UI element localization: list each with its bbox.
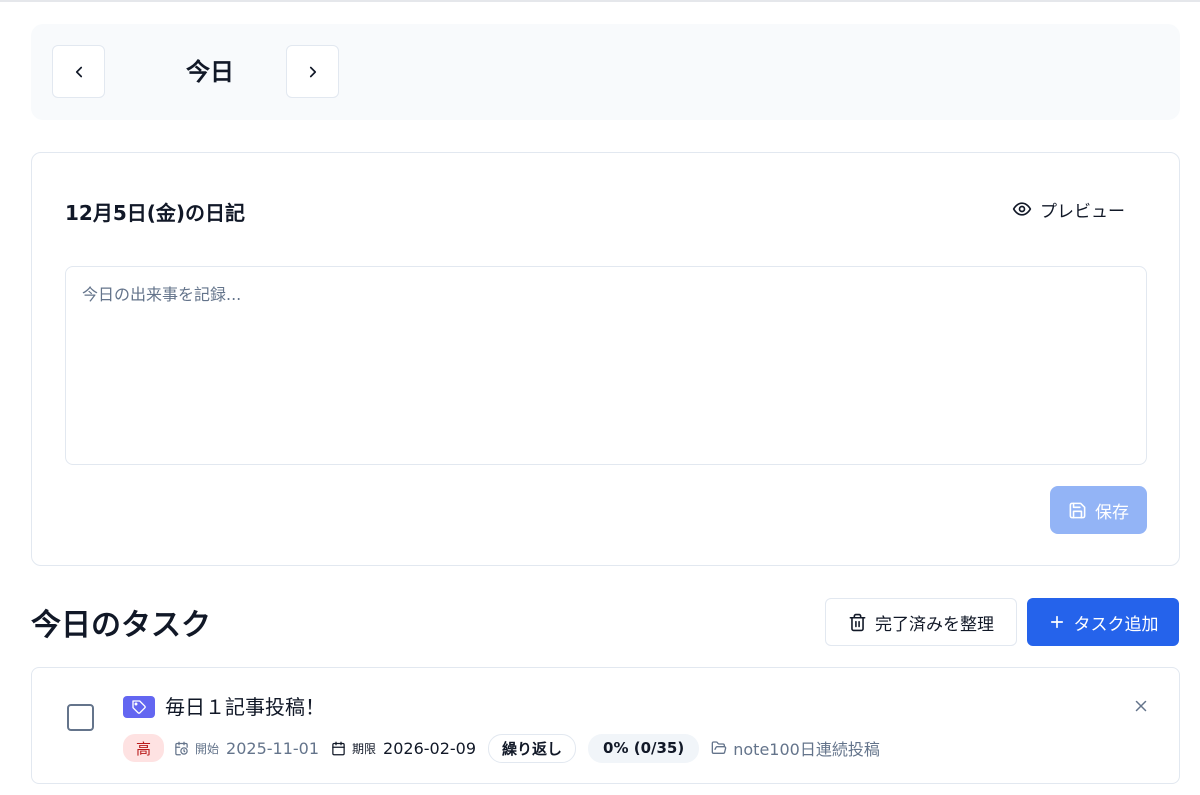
task-title[interactable]: 毎日１記事投稿！ [165, 694, 325, 720]
cleanup-label: 完了済みを整理 [875, 614, 994, 635]
tasks-section-title: 今日のタスク [31, 608, 211, 643]
eye-icon [1012, 202, 1032, 216]
add-task-label: タスク追加 [1073, 614, 1159, 635]
priority-badge: 高 [123, 734, 165, 762]
chevron-right-icon [309, 66, 316, 77]
diary-card: 12月5日(金)の日記 プレビュー 保存 [31, 152, 1180, 566]
project-name: note100日連続投稿 [733, 740, 880, 759]
start-date-value: 2025-11-01 [226, 738, 320, 758]
save-icon [1069, 502, 1086, 518]
plus-icon [1050, 615, 1063, 629]
delete-task-button[interactable] [1129, 694, 1153, 718]
chevron-left-icon [75, 66, 82, 77]
start-label: 開始 [195, 741, 220, 756]
next-day-button[interactable] [286, 45, 339, 98]
folder-icon [711, 741, 727, 754]
project-link[interactable]: note100日連続投稿 [711, 736, 880, 760]
due-date: 期限 2026-02-09 [331, 739, 476, 758]
day-navigation: 今日 [31, 24, 1180, 120]
task-meta: 高 開始 2025-11-01 期限 2026-02-09 繰り返し 0% (0… [123, 733, 880, 763]
diary-textarea[interactable] [65, 266, 1147, 465]
cleanup-completed-button[interactable]: 完了済みを整理 [825, 598, 1017, 646]
due-date-value: 2026-02-09 [383, 738, 477, 758]
task-item: 毎日１記事投稿！ 高 開始 2025-11-01 期限 2026-02-09 繰… [31, 667, 1180, 784]
start-date: 開始 2025-11-01 [174, 739, 319, 758]
tag-icon [123, 696, 155, 718]
prev-day-button[interactable] [52, 45, 105, 98]
calendar-icon [332, 741, 345, 755]
task-checkbox[interactable] [67, 704, 94, 731]
repeat-badge: 繰り返し [488, 733, 577, 763]
calendar-clock-icon [175, 741, 188, 755]
save-label: 保存 [1095, 502, 1129, 523]
progress-badge: 0% (0/35) [588, 733, 700, 763]
day-title: 今日 [186, 58, 234, 86]
preview-button[interactable]: プレビュー [1000, 191, 1137, 227]
due-label: 期限 [352, 741, 377, 756]
save-button[interactable]: 保存 [1050, 486, 1147, 534]
trash-icon [849, 613, 866, 631]
diary-title: 12月5日(金)の日記 [65, 201, 246, 225]
close-icon [1135, 700, 1147, 712]
top-divider [0, 0, 1200, 2]
preview-label: プレビュー [1040, 201, 1125, 222]
add-task-button[interactable]: タスク追加 [1027, 598, 1179, 646]
